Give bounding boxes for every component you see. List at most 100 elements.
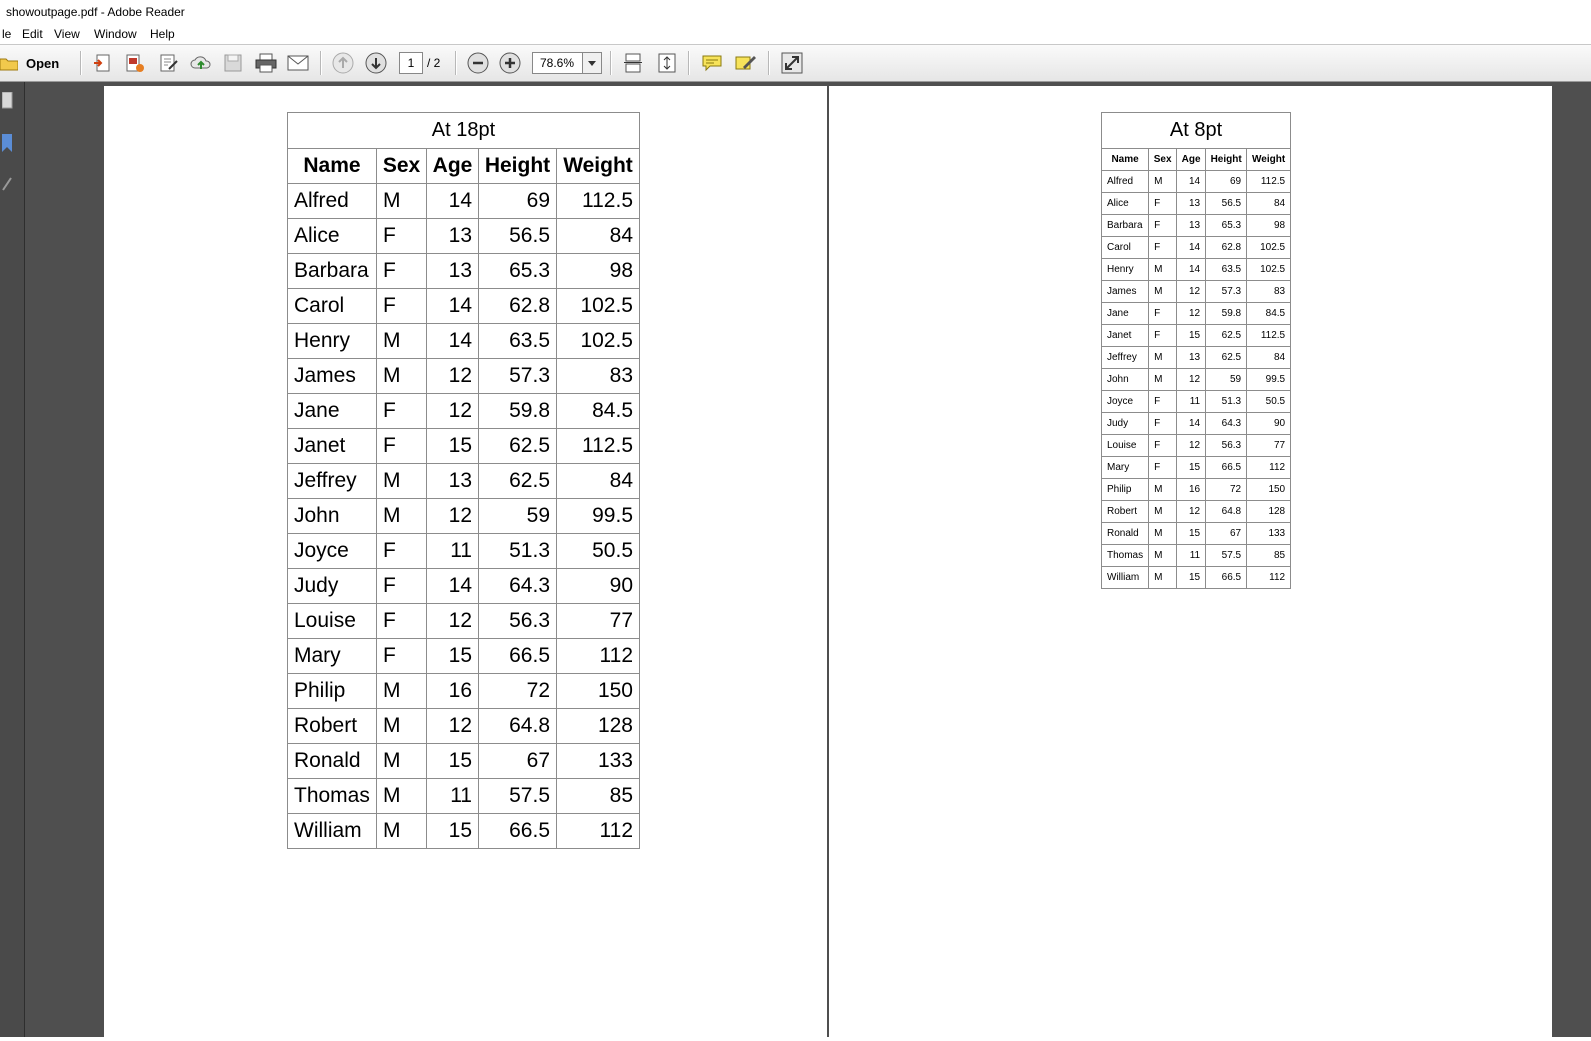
table-cell-height: 57.3 (1205, 280, 1248, 303)
table-cell-weight: 99.5 (1246, 368, 1292, 391)
edit-pdf-button[interactable] (156, 51, 182, 75)
menu-view[interactable]: View (52, 24, 82, 44)
table-cell-weight: 102.5 (1246, 258, 1292, 281)
highlight-button[interactable] (732, 51, 760, 75)
upload-button[interactable] (188, 51, 214, 75)
chevron-down-icon[interactable] (582, 53, 601, 73)
zoom-in-button[interactable] (497, 51, 523, 75)
bookmarks-icon[interactable] (2, 134, 14, 157)
table-cell-height: 67 (1205, 522, 1248, 545)
table-cell-height: 72 (478, 673, 557, 709)
table-cell-age: 12 (1176, 368, 1207, 391)
table-cell-height: 66.5 (1205, 566, 1248, 589)
table-row: Louise F 12 56.3 77 (287, 603, 640, 639)
table-cell-sex: F (1148, 390, 1178, 413)
table-row: Jane F 12 59.8 84.5 (287, 393, 640, 429)
open-button[interactable]: Open (0, 51, 70, 75)
scroll-mode-button[interactable] (620, 51, 646, 75)
zoom-select[interactable]: 78.6% (532, 52, 602, 74)
minus-circle-icon (467, 52, 489, 74)
zoom-value: 78.6% (540, 56, 575, 70)
table-cell-sex: M (376, 463, 427, 499)
table-cell-name: Henry (1100, 258, 1150, 281)
table-cell-age: 11 (426, 778, 479, 814)
full-screen-button[interactable] (778, 51, 806, 75)
table-cell-sex: M (1148, 368, 1178, 391)
table-cell-age: 12 (426, 603, 479, 639)
table-row: William M 15 66.5 112 (1100, 566, 1292, 589)
page-thumbnails-icon[interactable] (1, 91, 14, 115)
table-row: Judy F 14 64.3 90 (1100, 412, 1292, 435)
window-titlebar: showoutpage.pdf - Adobe Reader (0, 0, 1591, 25)
table-cell-height: 64.8 (1205, 500, 1248, 523)
table-cell-name: Ronald (1100, 522, 1150, 545)
print-button[interactable] (252, 51, 280, 75)
column-header-name: Name (1100, 148, 1150, 171)
menu-edit[interactable]: Edit (20, 24, 45, 44)
table-cell-height: 59 (478, 498, 557, 534)
export-pdf-button[interactable] (122, 51, 148, 75)
highlighter-icon (735, 53, 757, 73)
table-row: James M 12 57.3 83 (1100, 280, 1292, 303)
table-cell-sex: F (1148, 324, 1178, 347)
table-cell-height: 59.8 (1205, 302, 1248, 325)
previous-page-button[interactable] (330, 51, 356, 75)
column-header-name: Name (287, 148, 377, 184)
menu-help[interactable]: Help (148, 24, 177, 44)
save-icon (224, 54, 242, 72)
table-cell-height: 72 (1205, 478, 1248, 501)
table-cell-height: 66.5 (1205, 456, 1248, 479)
save-button[interactable] (220, 51, 246, 75)
next-page-button[interactable] (363, 51, 389, 75)
table-cell-height: 56.5 (478, 218, 557, 254)
comment-button[interactable] (698, 51, 726, 75)
table-cell-height: 67 (478, 743, 557, 779)
column-header-sex: Sex (1148, 148, 1178, 171)
table-cell-name: Barbara (1100, 214, 1150, 237)
table-cell-name: Carol (1100, 236, 1150, 259)
table-cell-age: 15 (1176, 522, 1207, 545)
pdf-page-1: At 18pt Name Sex Age Height Weight Alfre… (104, 86, 827, 1041)
fit-page-button[interactable] (654, 51, 680, 75)
table-cell-name: Jeffrey (287, 463, 377, 499)
table-cell-height: 62.8 (478, 288, 557, 324)
expand-icon (781, 52, 803, 74)
table-cell-weight: 112 (1246, 566, 1292, 589)
table-cell-age: 15 (1176, 324, 1207, 347)
table-cell-sex: F (1148, 412, 1178, 435)
column-header-height: Height (1205, 148, 1248, 171)
email-button[interactable] (284, 51, 312, 75)
zoom-out-button[interactable] (465, 51, 491, 75)
menu-file[interactable]: le (0, 24, 13, 44)
table-cell-weight: 84 (1246, 346, 1292, 369)
table-18pt: At 18pt Name Sex Age Height Weight Alfre… (287, 112, 640, 849)
table-row: Philip M 16 72 150 (287, 673, 640, 709)
page-number-input[interactable]: 1 (399, 52, 423, 74)
column-header-weight: Weight (1246, 148, 1292, 171)
table-cell-sex: F (376, 568, 427, 604)
table-cell-weight: 90 (556, 568, 640, 604)
table-row: Philip M 16 72 150 (1100, 478, 1292, 501)
table-cell-sex: F (376, 288, 427, 324)
table-row: Mary F 15 66.5 112 (1100, 456, 1292, 479)
attachments-icon[interactable] (1, 174, 13, 197)
menu-window[interactable]: Window (92, 24, 139, 44)
table-cell-name: Mary (287, 638, 377, 674)
create-pdf-button[interactable] (90, 51, 116, 75)
table-cell-sex: M (376, 778, 427, 814)
table-cell-height: 62.8 (1205, 236, 1248, 259)
table-row: Ronald M 15 67 133 (287, 743, 640, 779)
table-cell-sex: M (1148, 500, 1178, 523)
table-cell-height: 64.3 (478, 568, 557, 604)
table-cell-weight: 85 (556, 778, 640, 814)
table-cell-sex: M (376, 813, 427, 849)
table-row: Alice F 13 56.5 84 (1100, 192, 1292, 215)
table-8pt: At 8pt Name Sex Age Height Weight Alfred… (1100, 112, 1292, 589)
table-cell-name: Alice (1100, 192, 1150, 215)
table-row: Joyce F 11 51.3 50.5 (287, 533, 640, 569)
table-cell-name: Judy (1100, 412, 1150, 435)
table-cell-name: Robert (287, 708, 377, 744)
table-cell-weight: 84 (556, 218, 640, 254)
document-viewer[interactable]: At 18pt Name Sex Age Height Weight Alfre… (25, 82, 1591, 1041)
table-cell-sex: F (1148, 302, 1178, 325)
